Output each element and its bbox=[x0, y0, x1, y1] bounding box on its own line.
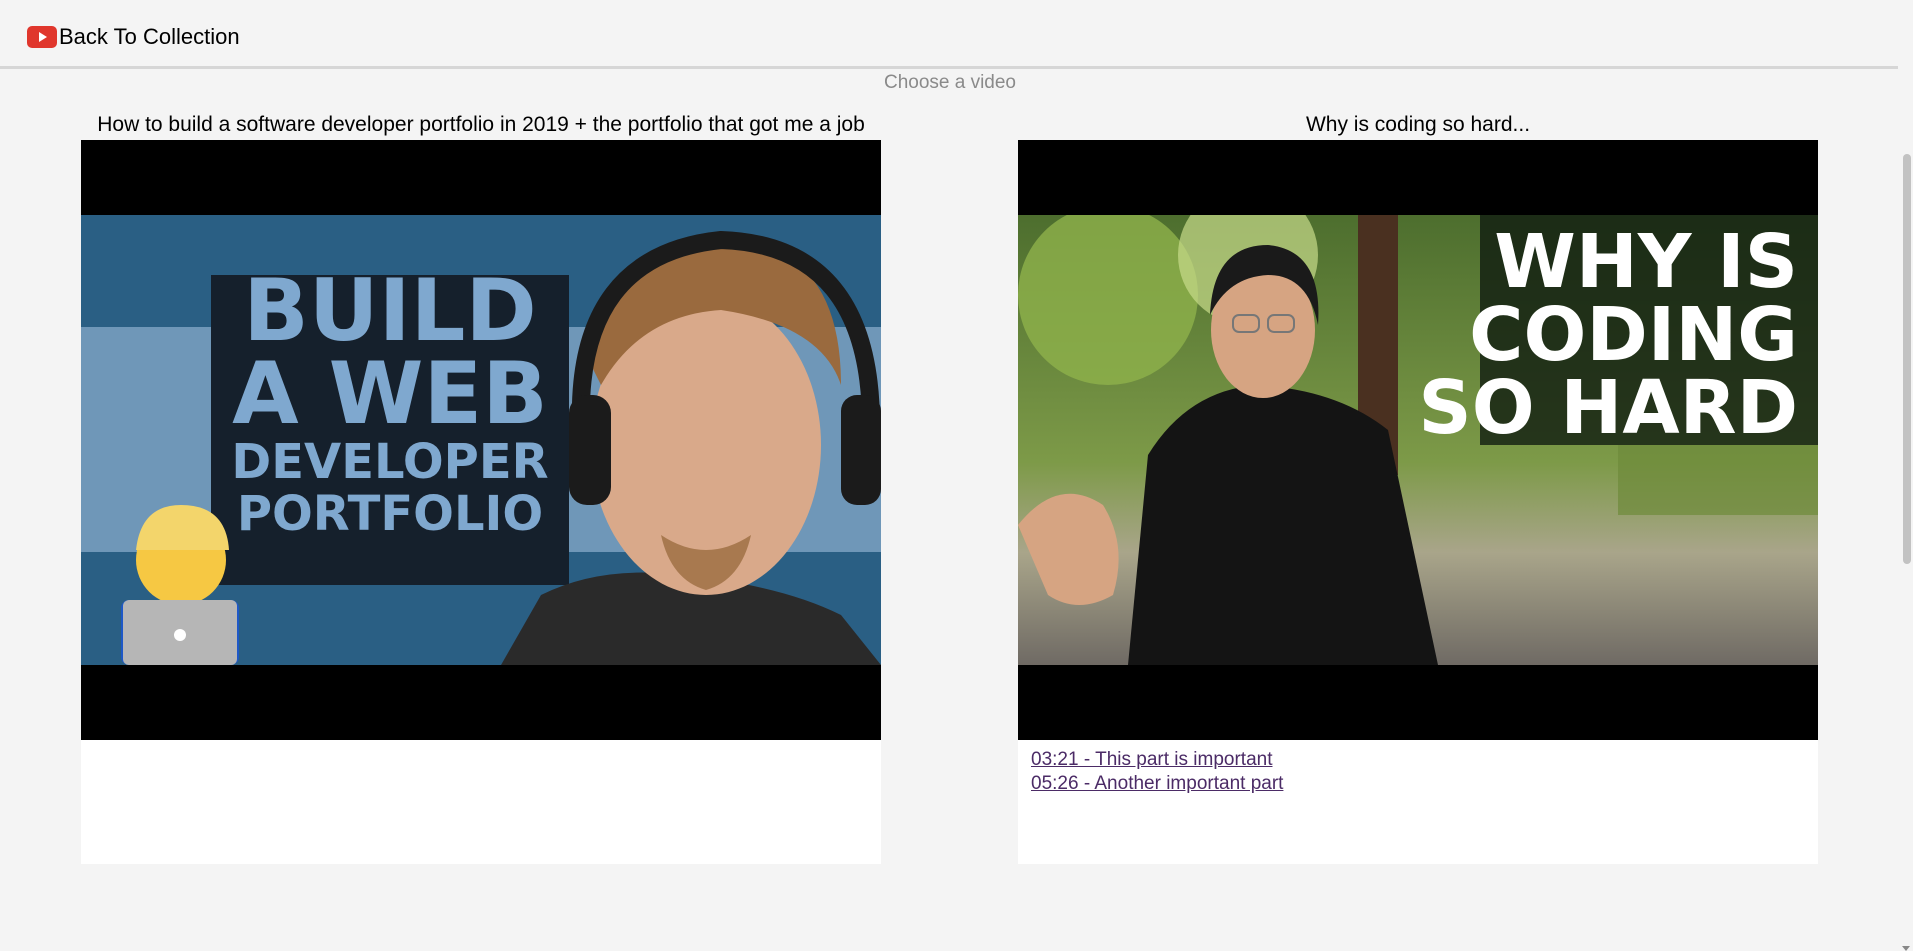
back-to-collection-button[interactable]: Back To Collection bbox=[27, 24, 240, 50]
back-to-collection-label: Back To Collection bbox=[59, 24, 240, 49]
video-notes: 03:21 - This part is important 05:26 - A… bbox=[1018, 740, 1818, 864]
top-bar: Back To Collection bbox=[0, 0, 1913, 69]
scroll-down-arrow-icon[interactable] bbox=[1902, 946, 1910, 951]
thumbnail-image: BUILD A WEB DEVELOPER PORTFOLIO bbox=[81, 215, 881, 665]
video-thumbnail[interactable]: BUILD A WEB DEVELOPER PORTFOLIO bbox=[81, 140, 881, 740]
choose-video-label: Choose a video bbox=[883, 72, 1017, 93]
thumbnail-text-line: DEVELOPER bbox=[231, 434, 548, 490]
video-title: How to build a software developer portfo… bbox=[97, 113, 865, 136]
thumbnail-image: WHY IS CODING SO HARD bbox=[1018, 215, 1818, 665]
page-scrollbar[interactable] bbox=[1898, 66, 1913, 951]
thumbnail-text-line: PORTFOLIO bbox=[237, 486, 543, 542]
video-card: Why is coding so hard... WHY IS CODING S… bbox=[1018, 110, 1818, 864]
video-card: How to build a software developer portfo… bbox=[81, 110, 881, 864]
thumbnail-text-line: SO HARD bbox=[1418, 365, 1798, 451]
video-title: Why is coding so hard... bbox=[1305, 113, 1531, 136]
video-notes bbox=[81, 740, 881, 864]
timestamp-note-link[interactable]: 05:26 - Another important part bbox=[1031, 772, 1805, 796]
video-thumbnail[interactable]: WHY IS CODING SO HARD bbox=[1018, 140, 1818, 740]
thumbnail-text-line: A WEB bbox=[232, 344, 548, 444]
scrollbar-thumb[interactable] bbox=[1903, 154, 1911, 564]
youtube-icon bbox=[27, 26, 57, 48]
timestamp-note-link[interactable]: 03:21 - This part is important bbox=[1031, 748, 1805, 772]
